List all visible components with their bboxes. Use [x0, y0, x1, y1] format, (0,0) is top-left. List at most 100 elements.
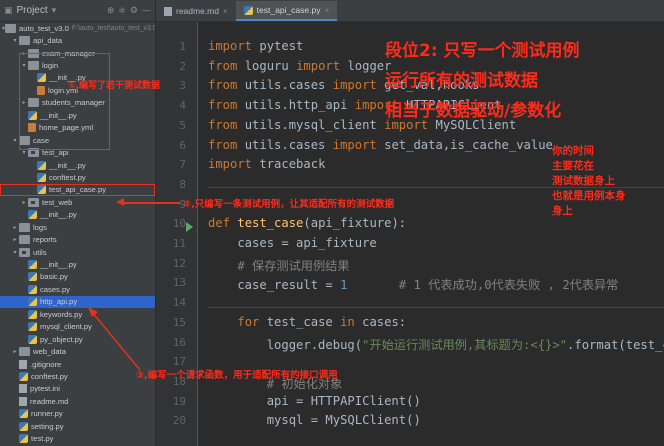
python-file-icon [19, 371, 28, 381]
python-file-icon [37, 160, 46, 170]
python-file-icon [28, 272, 37, 282]
code-line: def test_case(api_fixture): [208, 216, 406, 230]
tree-item[interactable]: keywords.py [0, 308, 155, 320]
tree-item-label: .gitignore [30, 359, 62, 369]
tree-item[interactable]: pytest.ini [0, 383, 155, 395]
chevron-right-icon[interactable]: ▸ [11, 224, 19, 231]
tree-item[interactable]: ▸ logs [0, 221, 155, 233]
tree-item-label: utils [33, 247, 47, 257]
tree-item[interactable]: setting.py [0, 420, 155, 432]
code-token: pytest [259, 39, 304, 53]
code-line: logger.debug("开始运行测试用例,其标题为:<{}>".format… [208, 335, 664, 353]
line-number: 3 [179, 79, 186, 93]
tree-item[interactable]: http_api.py [0, 295, 155, 309]
tree-item[interactable]: readme.md [0, 395, 155, 407]
line-number: 14 [172, 296, 186, 310]
close-icon[interactable]: × [324, 6, 329, 15]
code-token: traceback [259, 157, 326, 172]
hide-panel-icon[interactable]: — [142, 6, 151, 16]
chevron-down-icon[interactable]: ▾ [11, 137, 19, 144]
tree-item[interactable]: test_api_case.py [0, 183, 155, 197]
tab-readme[interactable]: readme.md × [156, 1, 236, 21]
tree-item-label: setting.py [31, 421, 64, 431]
tree-item[interactable]: cases.py [0, 283, 155, 295]
code-token: .format(test_ca [567, 337, 664, 352]
tree-item-label: conftest.py [31, 371, 68, 381]
annotation-label-2: ②,只编写一条测试用例，让其适配所有的测试数据 [183, 199, 395, 210]
tree-item[interactable]: ▾ utils [0, 246, 155, 258]
chevron-down-icon[interactable]: ▾ [20, 149, 28, 156]
tree-item-label: web_data [33, 347, 66, 357]
tree-item-label: mysql_client.py [40, 322, 92, 332]
chevron-right-icon[interactable]: ▸ [20, 199, 28, 206]
code-line: api = HTTPAPIClient() [208, 394, 421, 408]
tree-item-label: keywords.py [40, 309, 83, 319]
code-token: loguru [244, 58, 297, 73]
run-test-icon[interactable] [186, 222, 193, 232]
annotation-heading-2: 运行所有的测试数据 [385, 71, 538, 91]
python-file-icon [19, 421, 28, 431]
tree-item[interactable]: conftest.py [0, 171, 155, 183]
code-token: (api_fixture): [303, 216, 407, 231]
line-number: 19 [172, 394, 186, 408]
tree-item[interactable]: __init__.py [0, 258, 155, 270]
file-icon [19, 359, 27, 369]
line-number: 6 [179, 138, 186, 152]
collapse-all-icon[interactable]: ≑ [118, 6, 126, 16]
tree-item[interactable]: __init__.py [0, 209, 155, 221]
code-token: cases: [362, 314, 407, 329]
tree-item-label: test_api_case.py [49, 185, 106, 195]
tree-item[interactable]: py_object.py [0, 333, 155, 345]
project-panel-title[interactable]: Project [17, 5, 48, 16]
tree-item[interactable]: ▸ web_data [0, 345, 155, 357]
line-number: 13 [172, 276, 186, 290]
python-file-icon [28, 260, 37, 270]
code-token: mysql = MySQLClient() [208, 413, 421, 428]
method-separator [208, 306, 664, 308]
chevron-down-icon[interactable]: ▾ [52, 6, 57, 16]
annotation-box-api-data [19, 53, 110, 150]
chevron-down-icon[interactable]: ▾ [11, 249, 19, 256]
chevron-right-icon[interactable]: ▸ [11, 348, 19, 355]
code-token: logger.debug( [208, 337, 363, 352]
gear-icon[interactable]: ⚙ [130, 6, 138, 16]
code-token: in [340, 314, 363, 329]
editor-tab-bar: readme.md × test_api_case.py × [156, 0, 664, 22]
code-token: import [208, 39, 260, 53]
close-icon[interactable]: × [223, 7, 228, 16]
tree-item[interactable]: .gitignore [0, 358, 155, 370]
python-file-icon [19, 434, 28, 444]
tree-item-label: reports [33, 235, 57, 245]
python-file-icon [28, 210, 37, 220]
tree-item[interactable]: test.py [0, 432, 155, 444]
code-token: from [208, 78, 245, 93]
code-line: import pytest [208, 39, 303, 53]
tree-item[interactable]: mysql_client.py [0, 321, 155, 333]
project-view-icon[interactable]: ▣ [4, 6, 13, 16]
tree-item-label: http_api.py [40, 297, 78, 307]
chevron-down-icon[interactable]: ▾ [11, 37, 19, 44]
tree-item[interactable]: basic.py [0, 271, 155, 283]
python-file-icon [28, 322, 37, 332]
code-line: cases = api_fixture [208, 236, 376, 250]
tab-test-api-case[interactable]: test_api_case.py × [235, 1, 338, 21]
tree-item[interactable]: runner.py [0, 408, 155, 420]
code-token: from [208, 137, 245, 152]
tree-item[interactable]: __init__.py [0, 159, 155, 171]
tab-label: test_api_case.py [256, 5, 321, 15]
package-icon [19, 247, 30, 257]
code-line: import traceback [208, 157, 325, 171]
tree-item[interactable]: ▾ api_data [0, 34, 155, 46]
tree-item-label: __init__.py [49, 160, 86, 170]
folder-icon [19, 36, 30, 46]
line-number: 16 [172, 335, 186, 349]
code-token: import [296, 58, 348, 73]
tree-item[interactable]: ▾ auto_test_v3.0 F:\auto_test\auto_test_v3… [0, 22, 155, 34]
tree-item[interactable]: ▸ reports [0, 233, 155, 245]
chevron-right-icon[interactable]: ▸ [11, 236, 19, 243]
python-file-icon [28, 284, 37, 294]
folder-icon [19, 235, 30, 245]
locate-icon[interactable]: ⊕ [107, 6, 115, 16]
tree-item[interactable]: conftest.py [0, 370, 155, 382]
code-token: # 1 代表成功,0代表失败 , 2代表异常 [347, 278, 619, 293]
